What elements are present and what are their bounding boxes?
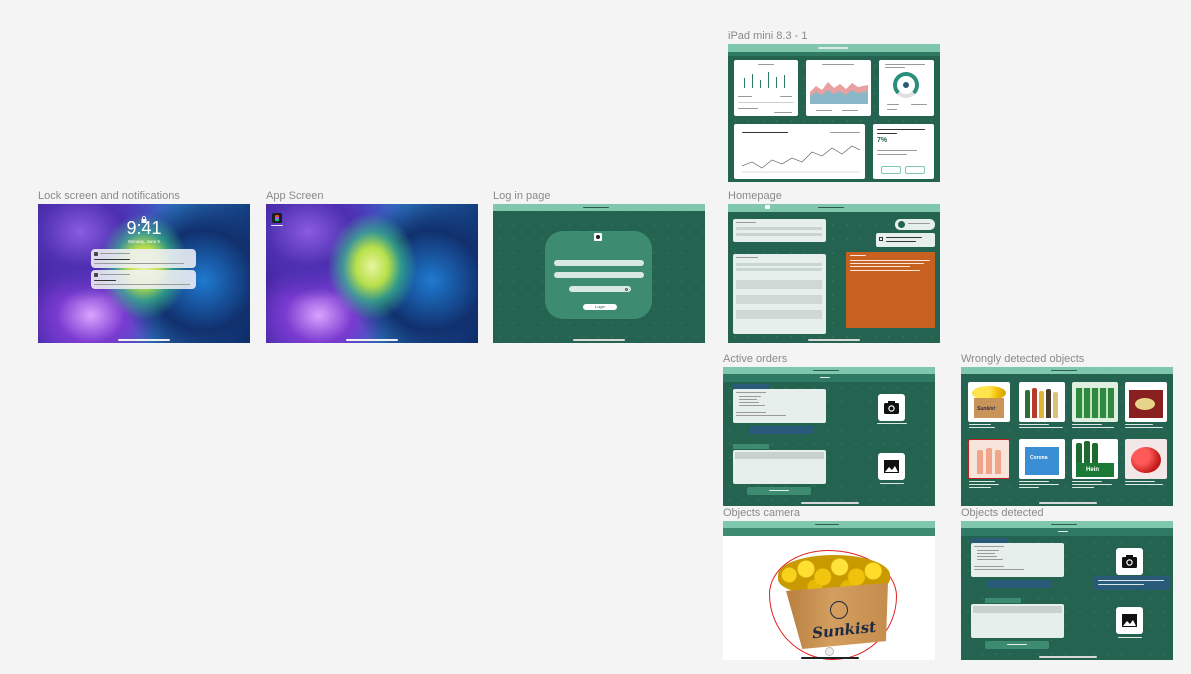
objects-detected-frame[interactable] xyxy=(961,521,1173,660)
frame-label-login: Log in page xyxy=(493,190,551,202)
login-card: Login xyxy=(545,231,652,319)
performance-chart-card xyxy=(734,124,865,179)
area-chart-card xyxy=(806,60,871,116)
wrongly-detected-frame[interactable]: Sunkist Corona Hein xyxy=(961,367,1173,506)
detection-toast xyxy=(1094,576,1170,590)
frame-label-ipad: iPad mini 8.3 - 1 xyxy=(728,30,808,42)
percentage-value: 7% xyxy=(877,137,888,144)
sunkist-box: Sunkist xyxy=(786,583,888,649)
frame-label-detected: Objects detected xyxy=(961,507,1044,519)
thumb-strawberries[interactable] xyxy=(1125,439,1167,479)
past-orders-card[interactable] xyxy=(733,450,826,484)
homepage-frame[interactable] xyxy=(728,204,940,343)
alert-card xyxy=(846,252,935,328)
camera-button[interactable] xyxy=(878,394,905,421)
nav-home-icon[interactable] xyxy=(765,205,770,209)
thumb-heineken[interactable]: Hein xyxy=(1072,439,1118,479)
gauge-card xyxy=(879,60,934,116)
login-frame[interactable]: Login xyxy=(493,204,705,343)
camera-icon xyxy=(1122,555,1137,568)
app-icon[interactable] xyxy=(272,213,282,223)
camera-icon xyxy=(884,401,899,414)
lock-time: 9:41 xyxy=(126,218,162,238)
notification-1[interactable] xyxy=(91,249,196,268)
image-icon xyxy=(1122,614,1137,627)
past-orders-card[interactable] xyxy=(971,604,1064,638)
login-button[interactable]: Login xyxy=(583,304,617,310)
gallery-button[interactable] xyxy=(1116,607,1143,634)
lock-screen-frame[interactable]: 9:41 Monday, June 6 xyxy=(38,204,250,343)
frame-label-wrong: Wrongly detected objects xyxy=(961,353,1085,365)
image-icon xyxy=(884,460,899,473)
email-input[interactable] xyxy=(554,272,644,278)
shutter-button[interactable] xyxy=(825,647,834,656)
objects-camera-frame[interactable]: Sunkist xyxy=(723,521,935,660)
profile-chip[interactable] xyxy=(895,219,935,230)
password-input[interactable] xyxy=(569,286,631,292)
frame-label-app: App Screen xyxy=(266,190,324,202)
lock-icon xyxy=(141,210,147,223)
thumb-pink-bottles[interactable] xyxy=(968,439,1010,479)
thumb-lemons[interactable]: Sunkist xyxy=(968,382,1010,422)
past-orders-label xyxy=(733,444,769,449)
active-order-card xyxy=(733,389,826,423)
view-details-button[interactable] xyxy=(747,487,811,495)
calendar-icon xyxy=(879,237,883,241)
calendar-chart-card xyxy=(734,60,798,116)
frame-label-lock: Lock screen and notifications xyxy=(38,190,180,202)
view-receipt-button[interactable] xyxy=(749,426,813,434)
past-orders-label xyxy=(985,598,1021,603)
app-screen-frame[interactable] xyxy=(266,204,478,343)
logo-icon xyxy=(594,233,602,241)
active-orders-frame[interactable] xyxy=(723,367,935,506)
card-button-2[interactable] xyxy=(905,166,925,174)
gallery-button[interactable] xyxy=(878,453,905,480)
box-brand: Sunkist xyxy=(811,617,877,643)
thumb-bottles[interactable] xyxy=(1019,382,1065,422)
eye-icon[interactable] xyxy=(625,287,628,291)
camera-button[interactable] xyxy=(1116,548,1143,575)
lock-date: Monday, June 6 xyxy=(128,239,160,244)
active-orders-card[interactable] xyxy=(733,219,826,242)
frame-label-active: Active orders xyxy=(723,353,788,365)
view-details-button[interactable] xyxy=(985,641,1049,649)
thumb-beer-pack[interactable] xyxy=(1125,382,1167,422)
next-order-card xyxy=(876,233,935,247)
thumb-corona[interactable]: Corona xyxy=(1019,439,1065,479)
ipad-dashboard-frame[interactable]: 7% xyxy=(728,44,940,182)
frame-label-camera: Objects camera xyxy=(723,507,801,519)
frame-label-home: Homepage xyxy=(728,190,782,202)
card-button-1[interactable] xyxy=(881,166,901,174)
thumb-green-bottles[interactable] xyxy=(1072,382,1118,422)
notification-2[interactable] xyxy=(91,270,196,289)
active-order-card xyxy=(971,543,1064,577)
past-orders-card[interactable] xyxy=(733,254,826,334)
username-input[interactable] xyxy=(554,260,644,266)
percentage-card: 7% xyxy=(873,124,934,179)
view-receipt-button[interactable] xyxy=(987,580,1051,588)
